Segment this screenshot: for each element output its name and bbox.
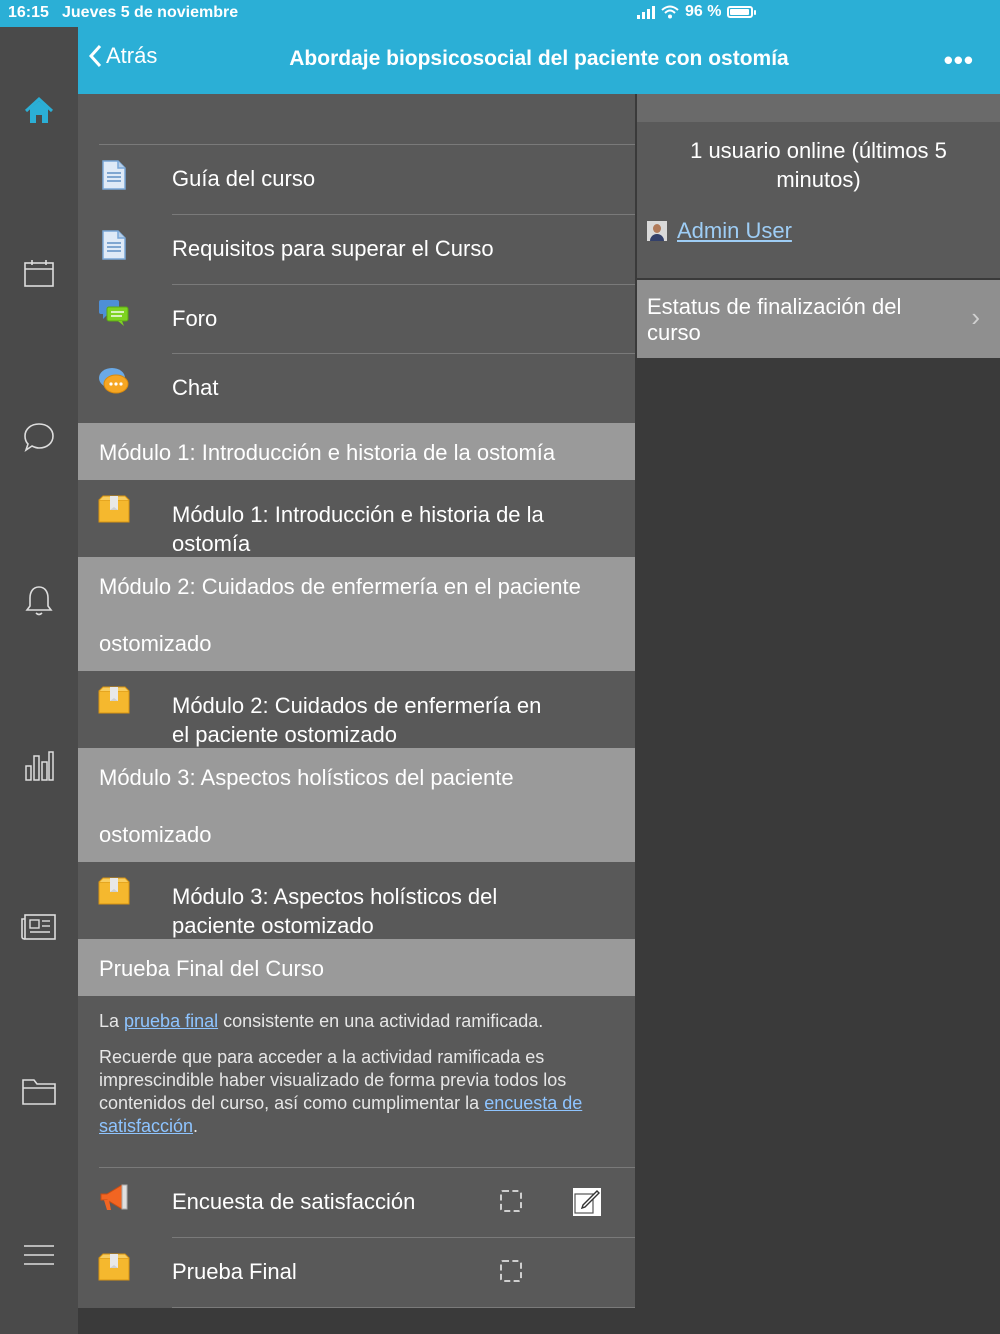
info-text-2: Recuerde que para acceder a la actividad… <box>99 1046 614 1138</box>
edit-icon[interactable] <box>573 1188 601 1216</box>
panel-top-strip <box>637 94 1000 122</box>
list-item-label: Módulo 1: Introducción e historia de la o… <box>172 500 612 558</box>
package-icon <box>98 686 130 714</box>
list-item-encuesta[interactable]: Encuesta de satisfacción <box>78 1168 635 1237</box>
section-title-line2: ostomizado <box>99 822 212 847</box>
status-bar: 16:15 Jueves 5 de noviembre 96 % <box>0 0 1000 27</box>
section-title-line2: ostomizado <box>99 631 212 656</box>
list-item-guia[interactable]: Guía del curso <box>78 145 635 214</box>
user-link[interactable]: Admin User <box>677 218 792 244</box>
info-text: consistente en una actividad ramificada. <box>218 1011 544 1031</box>
home-icon[interactable] <box>19 91 59 131</box>
section-title-line1: Módulo 2: Cuidados de enfermería en el p… <box>99 574 581 599</box>
prueba-final-link[interactable]: prueba final <box>124 1011 218 1031</box>
section-header: Prueba Final del Curso <box>78 939 635 996</box>
wifi-icon <box>661 5 679 19</box>
document-icon <box>102 230 126 260</box>
section-title: Módulo 1: Introducción e historia de la … <box>99 440 556 465</box>
section-header: Módulo 1: Introducción e historia de la … <box>78 423 635 480</box>
chevron-right-icon: › <box>971 302 980 332</box>
section-title-line1: Módulo 3: Aspectos holísticos del pacien… <box>99 765 514 790</box>
sidebar <box>0 27 78 1334</box>
completion-checkbox[interactable] <box>500 1260 522 1282</box>
list-item-chat[interactable]: Chat <box>78 354 635 423</box>
list-item-label: Guía del curso <box>172 166 316 191</box>
list-item-label-line1: Módulo 3: Aspectos holísticos del <box>172 884 498 909</box>
forum-icon <box>99 300 129 326</box>
online-users-text: 1 usuario online (últimos 5 minutos) <box>690 138 947 192</box>
status-time: 16:15 <box>8 4 49 21</box>
online-user: Admin User <box>647 218 792 244</box>
folder-icon[interactable] <box>19 1071 59 1111</box>
list-item-label-line1: Módulo 2: Cuidados de enfermería en <box>172 693 542 718</box>
list-item-module[interactable]: Módulo 2: Cuidados de enfermería en el pa… <box>78 671 635 747</box>
list-item-module[interactable]: Módulo 3: Aspectos holísticos del pacient… <box>78 862 635 938</box>
package-icon <box>98 495 130 523</box>
status-date: Jueves 5 de noviembre <box>62 4 239 21</box>
avatar <box>647 221 667 241</box>
divider <box>172 1307 635 1308</box>
section-title: Prueba Final del Curso <box>99 956 325 981</box>
list-item-module[interactable]: Módulo 1: Introducción e historia de la o… <box>78 480 635 556</box>
list-item-label-line1: Módulo 1: Introducción e historia de la <box>172 502 544 527</box>
list-item-label: Prueba Final <box>172 1259 297 1284</box>
document-icon <box>102 160 126 190</box>
signal-icon <box>637 5 655 19</box>
battery-percent: 96 % <box>685 3 722 20</box>
section-header: Módulo 2: Cuidados de enfermería en el p… <box>78 557 635 671</box>
course-content: Guía del curso Requisitos para superar e… <box>78 94 635 1308</box>
list-item-label: Módulo 3: Aspectos holísticos del pacient… <box>172 882 612 940</box>
info-text: La <box>99 1011 125 1031</box>
bar-chart-icon[interactable] <box>19 745 59 785</box>
list-item-label: Requisitos para superar el Curso <box>172 236 494 261</box>
list-item-requisitos[interactable]: Requisitos para superar el Curso <box>78 215 635 284</box>
calendar-icon[interactable] <box>19 253 59 293</box>
package-icon <box>98 1253 130 1281</box>
completion-status-label: Estatus de finalización del curso <box>647 294 902 345</box>
chat-icon <box>99 368 129 394</box>
list-item-label-line2: el paciente ostomizado <box>172 722 398 747</box>
header-bar: Atrás Abordaje biopsicosocial del pacien… <box>78 27 1000 94</box>
online-users-block: 1 usuario online (últimos 5 minutos) Adm… <box>637 122 1000 278</box>
megaphone-icon <box>100 1184 128 1210</box>
list-item-prueba-final[interactable]: Prueba Final <box>78 1238 635 1307</box>
battery-icon <box>727 6 757 18</box>
menu-icon[interactable] <box>19 1235 59 1275</box>
list-item-label: Chat <box>172 375 219 400</box>
page-title: Abordaje biopsicosocial del paciente con… <box>289 47 789 70</box>
completion-checkbox[interactable] <box>500 1190 522 1212</box>
bell-icon[interactable] <box>19 581 59 621</box>
more-options-icon[interactable]: ••• <box>944 45 974 76</box>
section-header: Módulo 3: Aspectos holísticos del pacien… <box>78 748 635 862</box>
status-indicators: 96 % <box>637 3 1000 21</box>
list-item-label: Encuesta de satisfacción <box>172 1189 416 1214</box>
list-item-label: Foro <box>172 306 218 331</box>
info-text: . <box>193 1116 199 1136</box>
list-item-label: Módulo 2: Cuidados de enfermería en el pa… <box>172 691 612 749</box>
info-text-1: La prueba final consistente en una activ… <box>99 1010 614 1033</box>
package-icon <box>98 877 130 905</box>
list-item-foro[interactable]: Foro <box>78 285 635 354</box>
list-item-label-line2: paciente ostomizado <box>172 913 374 938</box>
chat-bubble-icon[interactable] <box>19 417 59 457</box>
list-item-label-line2: ostomía <box>172 531 251 556</box>
newspaper-icon[interactable] <box>19 907 59 947</box>
completion-status-button[interactable]: Estatus de finalización del curso › <box>637 280 1000 358</box>
